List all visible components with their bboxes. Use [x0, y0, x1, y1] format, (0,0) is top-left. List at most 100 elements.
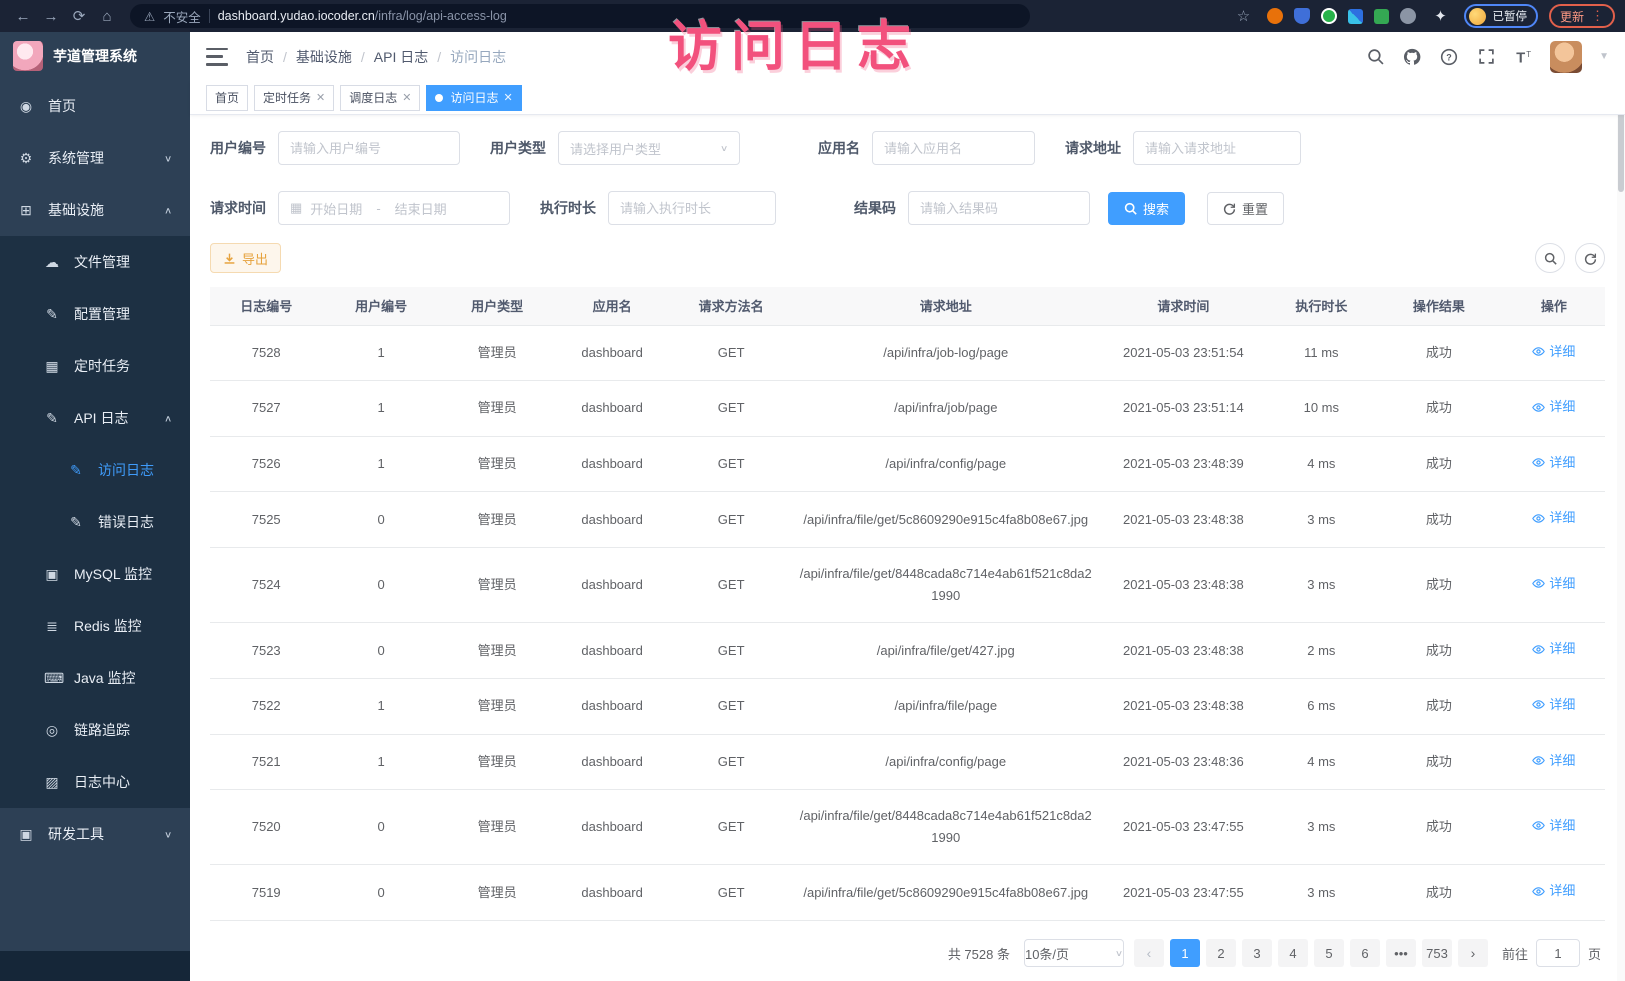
table-row: 75250管理员dashboardGET /api/infra/file/get… [210, 492, 1605, 548]
browser-home-icon[interactable]: ⌂ [94, 3, 120, 29]
hamburger-icon[interactable] [206, 48, 228, 66]
search-button[interactable]: 搜索 [1108, 192, 1185, 225]
table-row: 75190管理员dashboardGET /api/infra/file/get… [210, 865, 1605, 921]
filter-label-request-url: 请求地址 [1065, 138, 1121, 158]
sidebar-item-error-log[interactable]: ✎ 错误日志 [0, 496, 190, 548]
next-page-button[interactable]: › [1458, 939, 1488, 967]
pagination: 共 7528 条 10条/页 ∨ ‹ 1 2 3 4 5 6 ••• 753 › [210, 921, 1605, 981]
caret-down-icon[interactable]: ▼ [1599, 51, 1609, 62]
search-icon[interactable] [1365, 47, 1385, 67]
table-row: 75271管理员dashboardGET /api/infra/job/page… [210, 381, 1605, 437]
sidebar-footer [0, 951, 190, 981]
goto-page-input[interactable]: 1 [1536, 939, 1580, 967]
breadcrumb-api-log[interactable]: API 日志 [374, 47, 428, 67]
fullscreen-icon[interactable] [1476, 47, 1496, 67]
breadcrumb-home[interactable]: 首页 [246, 47, 274, 67]
github-icon[interactable] [1402, 47, 1422, 67]
dev-tools-icon: ▣ [18, 826, 34, 843]
eye-icon [1532, 643, 1545, 656]
page-button-6[interactable]: 6 [1350, 939, 1380, 967]
url-path: /infra/log/api-access-log [375, 9, 507, 23]
extension-icon[interactable] [1267, 8, 1283, 24]
user-id-input[interactable] [278, 131, 460, 165]
bookmark-star-icon[interactable]: ☆ [1230, 3, 1256, 29]
prev-page-button[interactable]: ‹ [1134, 939, 1164, 967]
detail-button[interactable]: 详细 [1532, 452, 1575, 474]
browser-forward-icon[interactable]: → [38, 3, 64, 29]
sidebar-item-scheduled-tasks[interactable]: ▦ 定时任务 [0, 340, 190, 392]
reset-button[interactable]: 重置 [1207, 192, 1284, 225]
page-button-4[interactable]: 4 [1278, 939, 1308, 967]
sidebar-item-file-management[interactable]: ☁ 文件管理 [0, 236, 190, 288]
extension-puzzle-icon[interactable] [1348, 9, 1363, 24]
chevron-down-icon: ∨ [164, 153, 172, 163]
chevron-up-icon: ∧ [164, 413, 172, 423]
browser-reload-icon[interactable]: ⟳ [66, 3, 92, 29]
detail-button[interactable]: 详细 [1532, 573, 1575, 595]
detail-button[interactable]: 详细 [1532, 815, 1575, 837]
sidebar-item-access-log[interactable]: ✎ 访问日志 [0, 444, 190, 496]
sidebar-item-mysql-monitor[interactable]: ▣ MySQL 监控 [0, 548, 190, 600]
browser-back-icon[interactable]: ← [10, 3, 36, 29]
page-scrollbar[interactable] [1617, 32, 1625, 981]
detail-button[interactable]: 详细 [1532, 507, 1575, 529]
close-icon[interactable]: ✕ [504, 91, 513, 104]
profile-paused-badge[interactable]: 已暂停 [1464, 4, 1538, 28]
page-button-3[interactable]: 3 [1242, 939, 1272, 967]
extension-ghost-icon[interactable] [1400, 8, 1416, 24]
close-icon[interactable]: ✕ [316, 91, 325, 104]
sidebar-item-label: Redis 监控 [74, 616, 142, 636]
detail-button[interactable]: 详细 [1532, 750, 1575, 772]
export-button[interactable]: 导出 [210, 243, 281, 273]
sidebar-item-dev-tools[interactable]: ▣ 研发工具 ∨ [0, 808, 190, 860]
extension-icon[interactable] [1374, 9, 1389, 24]
cloud-upload-icon: ☁ [44, 254, 60, 271]
tag-access-log[interactable]: 访问日志 ✕ [426, 85, 521, 111]
close-icon[interactable]: ✕ [402, 91, 411, 104]
page-ellipsis[interactable]: ••• [1386, 939, 1416, 967]
extension-icon[interactable] [1321, 8, 1337, 24]
eye-icon [1532, 456, 1545, 469]
duration-input[interactable] [608, 191, 776, 225]
detail-button[interactable]: 详细 [1532, 396, 1575, 418]
eye-icon [1532, 401, 1545, 414]
address-bar[interactable]: ⚠ 不安全 dashboard.yudao.iocoder.cn/infra/l… [130, 4, 1030, 28]
sidebar-item-config-management[interactable]: ✎ 配置管理 [0, 288, 190, 340]
extension-shield-icon[interactable] [1294, 8, 1310, 24]
sidebar-item-java-monitor[interactable]: ⌨ Java 监控 [0, 652, 190, 704]
user-type-select[interactable]: 请选择用户类型 ∨ [558, 131, 740, 165]
tag-schedule-log[interactable]: 调度日志 ✕ [340, 85, 420, 111]
user-avatar[interactable] [1550, 41, 1582, 73]
page-button-5[interactable]: 5 [1314, 939, 1344, 967]
app-name-input[interactable] [872, 131, 1035, 165]
sidebar-item-home[interactable]: ◉ 首页 [0, 80, 190, 132]
detail-button[interactable]: 详细 [1532, 880, 1575, 902]
browser-update-button[interactable]: 更新 ⋮ [1549, 4, 1615, 28]
font-size-icon[interactable]: TT [1513, 47, 1533, 67]
page-size-select[interactable]: 10条/页 ∨ [1024, 939, 1124, 967]
request-time-daterange[interactable]: ▦ 开始日期 - 结束日期 [278, 191, 510, 225]
page-button-753[interactable]: 753 [1422, 939, 1452, 967]
help-icon[interactable]: ? [1439, 47, 1459, 67]
sidebar-item-system-management[interactable]: ⚙ 系统管理 ∨ [0, 132, 190, 184]
page-button-1[interactable]: 1 [1170, 939, 1200, 967]
page-button-2[interactable]: 2 [1206, 939, 1236, 967]
sidebar-item-api-log[interactable]: ✎ API 日志 ∧ [0, 392, 190, 444]
request-url-input[interactable] [1133, 131, 1301, 165]
sidebar-item-redis-monitor[interactable]: ≣ Redis 监控 [0, 600, 190, 652]
tag-home[interactable]: 首页 [206, 85, 248, 111]
toggle-search-button[interactable] [1535, 243, 1565, 273]
detail-button[interactable]: 详细 [1532, 638, 1575, 660]
result-code-input[interactable] [908, 191, 1090, 225]
paused-label: 已暂停 [1492, 8, 1527, 24]
refresh-table-button[interactable] [1575, 243, 1605, 273]
access-log-icon: ✎ [68, 462, 84, 479]
tag-scheduled-tasks[interactable]: 定时任务 ✕ [254, 85, 334, 111]
sidebar-item-trace[interactable]: ◎ 链路追踪 [0, 704, 190, 756]
detail-button[interactable]: 详细 [1532, 341, 1575, 363]
sidebar-item-infrastructure[interactable]: ⊞ 基础设施 ∧ [0, 184, 190, 236]
breadcrumb-infrastructure[interactable]: 基础设施 [296, 47, 352, 67]
detail-button[interactable]: 详细 [1532, 694, 1575, 716]
sidebar-item-log-center[interactable]: ▨ 日志中心 [0, 756, 190, 808]
extension-pin-icon[interactable]: ✦ [1427, 3, 1453, 29]
